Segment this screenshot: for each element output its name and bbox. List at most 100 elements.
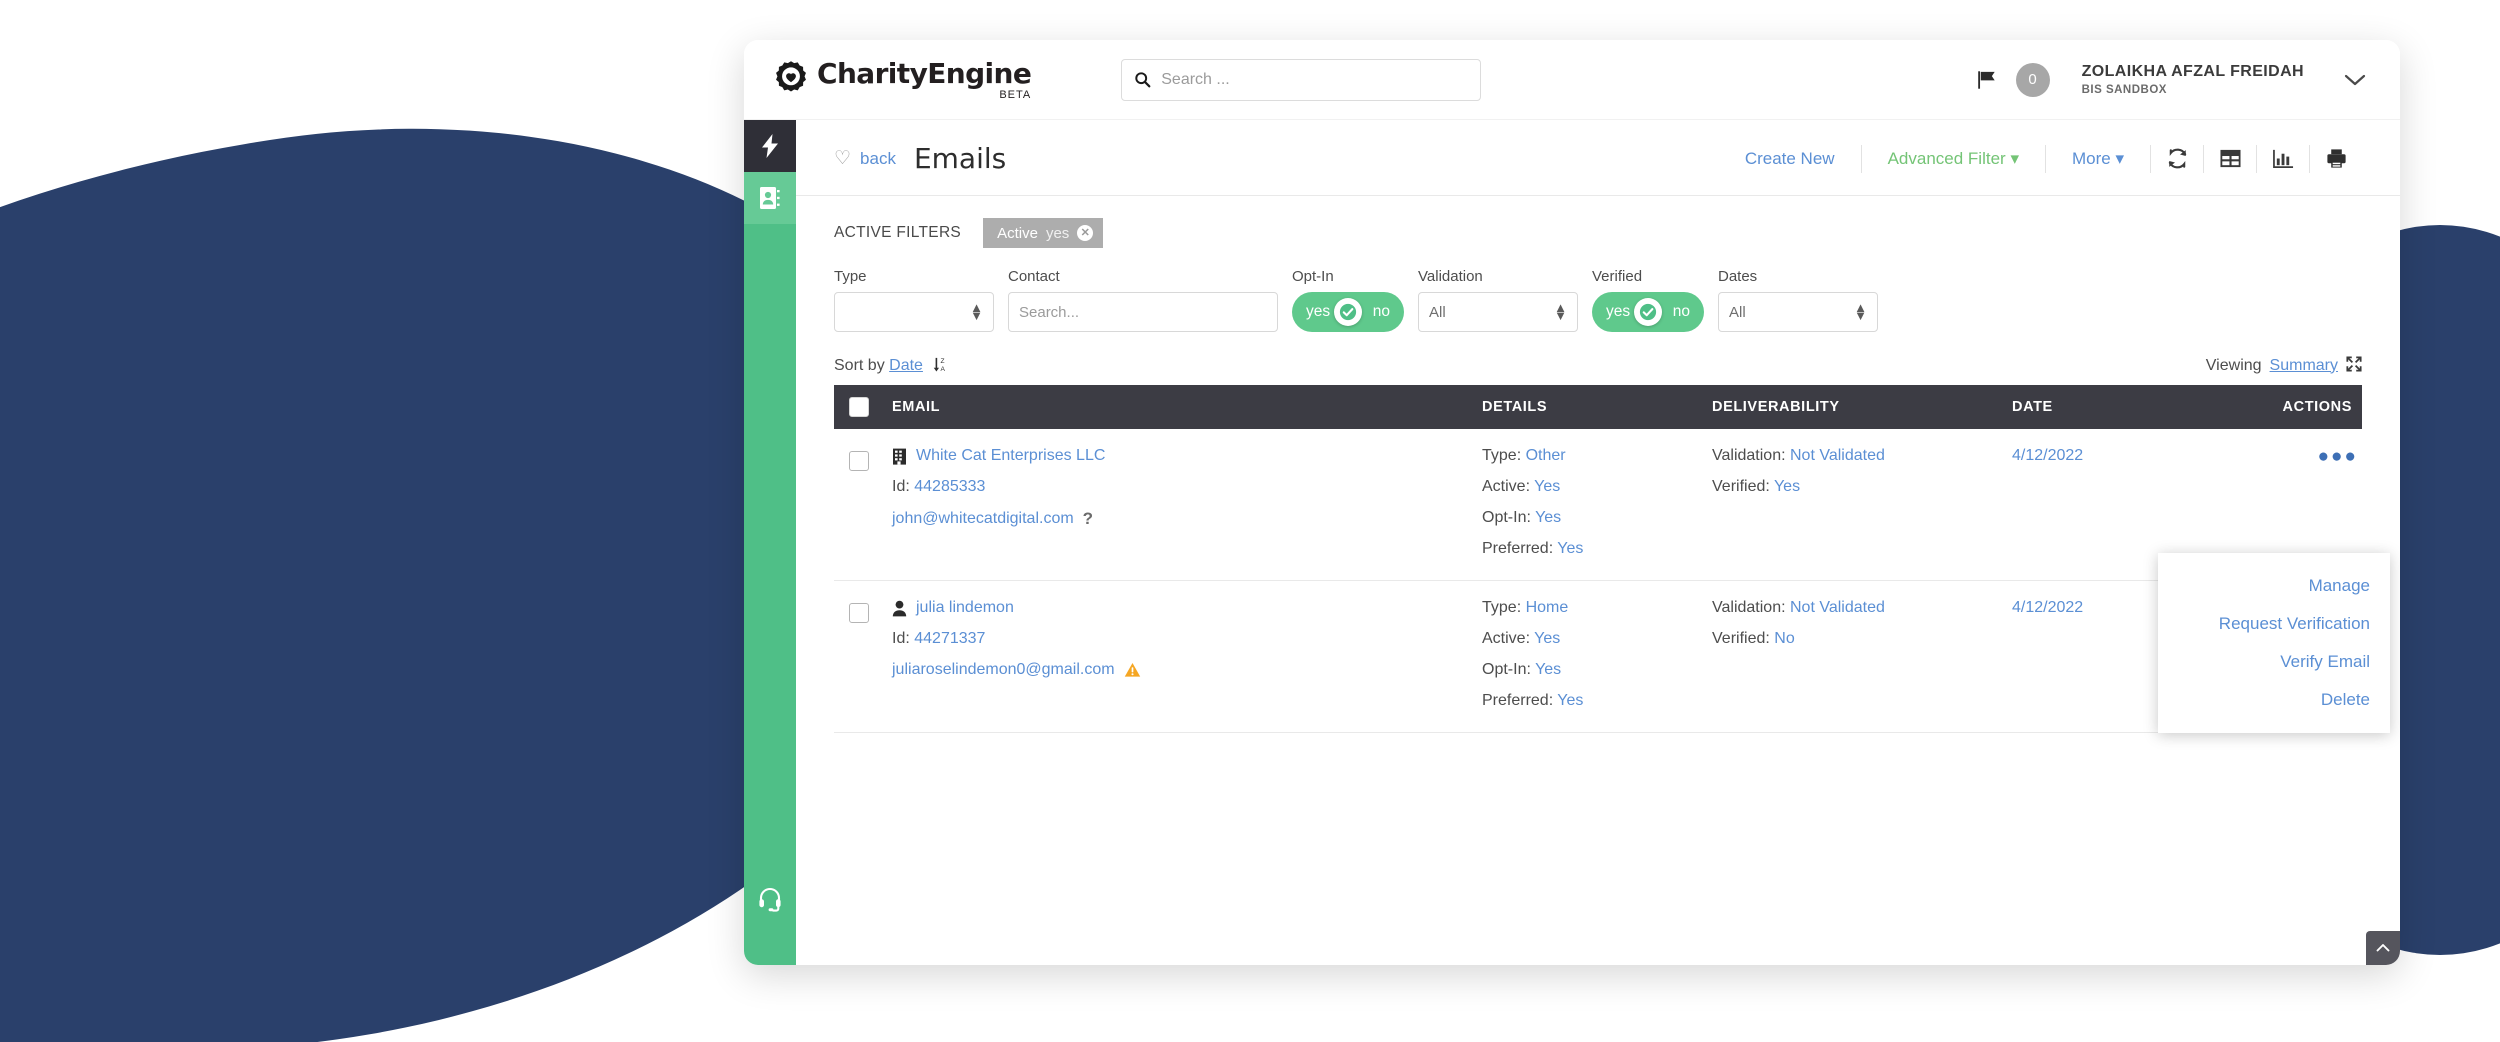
detail-optin-value[interactable]: Yes	[1535, 661, 1561, 678]
chart-view-button[interactable]	[2257, 148, 2309, 169]
table-row[interactable]: White Cat Enterprises LLC Id: 44285333 j…	[834, 429, 2362, 581]
print-button[interactable]	[2310, 147, 2362, 170]
create-new-button[interactable]: Create New	[1719, 149, 1861, 169]
heart-icon[interactable]: ♡	[834, 149, 851, 168]
detail-active-value[interactable]: Yes	[1534, 478, 1560, 495]
filter-contact-field[interactable]	[1008, 292, 1278, 332]
verified-value[interactable]: Yes	[1774, 478, 1800, 495]
row-checkbox[interactable]	[834, 447, 884, 558]
filter-verified-no[interactable]: no	[1673, 303, 1690, 321]
column-header-email[interactable]: EMAIL	[884, 399, 1482, 415]
filter-validation-select[interactable]: All ▲ ▼	[1418, 292, 1578, 332]
select-all-checkbox[interactable]	[834, 397, 884, 417]
sort-prefix: Sort by	[834, 357, 885, 374]
cell-date: 4/12/2022	[2012, 447, 2212, 558]
chevron-down-icon: ▾	[2010, 148, 2019, 168]
flag-icon[interactable]	[1976, 69, 1998, 91]
filter-dates-select[interactable]: All ▲ ▼	[1718, 292, 1878, 332]
advanced-filter-button[interactable]: Advanced Filter ▾	[1862, 149, 2045, 169]
row-checkbox[interactable]	[834, 599, 884, 710]
headset-icon	[759, 887, 781, 912]
page-title: Emails	[913, 142, 1007, 175]
table-row[interactable]: julia lindemon Id: 44271337 juliaroselin…	[834, 581, 2362, 733]
sidebar-item-flash[interactable]	[744, 120, 796, 172]
expand-arrows-icon[interactable]	[2346, 356, 2362, 375]
detail-preferred-value[interactable]: Yes	[1557, 692, 1583, 709]
filter-verified-yes[interactable]: yes	[1606, 303, 1630, 321]
detail-preferred-label: Preferred:	[1482, 540, 1554, 557]
column-header-actions: ACTIONS	[2282, 399, 2352, 415]
row-email-link[interactable]: john@whitecatdigital.com	[892, 510, 1074, 528]
validation-value[interactable]: Not Validated	[1790, 447, 1885, 464]
grid-view-button[interactable]	[2204, 148, 2256, 169]
detail-preferred-value[interactable]: Yes	[1557, 540, 1583, 557]
verified-value[interactable]: No	[1774, 630, 1794, 647]
validation-value[interactable]: Not Validated	[1790, 599, 1885, 616]
detail-optin: Opt-In: Yes	[1482, 661, 1712, 679]
row-id-line: Id: 44285333	[892, 478, 1482, 496]
top-bar: CharityEngine BETA 0 ZOLAIKHA AFZAL FREI…	[744, 40, 2400, 120]
chevron-down-icon: ▾	[2115, 148, 2124, 168]
detail-preferred: Preferred: Yes	[1482, 692, 1712, 710]
flag-count-badge[interactable]: 0	[2015, 62, 2050, 97]
filter-optin-no[interactable]: no	[1373, 303, 1390, 321]
user-organization: BIS SANDBOX	[2081, 84, 2167, 96]
detail-optin-value[interactable]: Yes	[1535, 509, 1561, 526]
column-header-deliverability[interactable]: DELIVERABILITY	[1712, 399, 2012, 415]
sort-descending-icon[interactable]: Z A	[933, 357, 950, 374]
menu-item-verify-email[interactable]: Verify Email	[2158, 643, 2390, 681]
column-header-date[interactable]: DATE	[2012, 399, 2212, 415]
detail-type-value[interactable]: Other	[1526, 447, 1566, 464]
user-info[interactable]: ZOLAIKHA AFZAL FREIDAH BIS SANDBOX	[2082, 63, 2304, 96]
verified-label: Verified:	[1712, 630, 1770, 647]
filter-optin-yes[interactable]: yes	[1306, 303, 1330, 321]
row-name-link[interactable]: White Cat Enterprises LLC	[916, 447, 1105, 465]
column-header-details[interactable]: DETAILS	[1482, 399, 1712, 415]
deliverability-verified: Verified: Yes	[1712, 478, 2012, 496]
filter-type-select[interactable]: ▲ ▼	[834, 292, 994, 332]
menu-item-manage[interactable]: Manage	[2158, 567, 2390, 605]
topbar-right-cluster: 0 ZOLAIKHA AFZAL FREIDAH BIS SANDBOX	[1976, 62, 2366, 97]
stepper-icon: ▲ ▼	[1554, 299, 1567, 323]
search-input[interactable]	[1161, 70, 1469, 89]
sort-field-link[interactable]: Date	[889, 357, 923, 374]
chevron-down-icon[interactable]	[2344, 73, 2366, 87]
detail-type-value[interactable]: Home	[1526, 599, 1569, 616]
row-date-link[interactable]: 4/12/2022	[2012, 599, 2083, 616]
active-filter-chip[interactable]: Active yes ✕	[983, 218, 1104, 248]
warning-triangle-icon[interactable]	[1124, 662, 1141, 678]
filter-optin-toggle[interactable]: yes no	[1292, 292, 1404, 332]
svg-text:Z: Z	[941, 358, 945, 365]
table-header-row: EMAIL DETAILS DELIVERABILITY DATE ACTION…	[834, 385, 2362, 429]
sidebar-item-contacts[interactable]	[744, 172, 796, 224]
filter-verified-toggle[interactable]: yes no	[1592, 292, 1704, 332]
detail-optin-label: Opt-In:	[1482, 661, 1531, 678]
menu-item-delete[interactable]: Delete	[2158, 681, 2390, 719]
row-email-link[interactable]: juliaroselindemon0@gmail.com	[892, 661, 1115, 679]
scroll-to-top-button[interactable]	[2366, 931, 2400, 965]
cell-actions: ●●●	[2212, 447, 2362, 558]
global-search[interactable]	[1121, 58, 1482, 101]
row-name-link[interactable]: julia lindemon	[916, 599, 1014, 617]
filter-contact-input[interactable]	[1019, 303, 1267, 321]
app-logo[interactable]: CharityEngine BETA	[770, 59, 1032, 101]
close-circle-icon[interactable]: ✕	[1077, 225, 1094, 241]
active-filters-label: ACTIVE FILTERS	[834, 224, 962, 241]
ellipsis-icon[interactable]: ●●●	[2318, 447, 2358, 558]
more-button[interactable]: More ▾	[2046, 149, 2150, 169]
refresh-button[interactable]	[2151, 147, 2203, 170]
row-date-link[interactable]: 4/12/2022	[2012, 447, 2083, 464]
row-id-label: Id:	[892, 630, 910, 647]
viewing-value-link[interactable]: Summary	[2270, 357, 2338, 375]
detail-type: Type: Other	[1482, 447, 1712, 465]
detail-active-value[interactable]: Yes	[1534, 630, 1560, 647]
row-id-line: Id: 44271337	[892, 630, 1482, 648]
question-mark-icon[interactable]: ?	[1083, 509, 1093, 529]
sidebar-item-support[interactable]	[744, 873, 796, 925]
menu-item-request-verification[interactable]: Request Verification	[2158, 605, 2390, 643]
filter-validation-label: Validation	[1418, 268, 1483, 285]
row-id-link[interactable]: 44271337	[914, 630, 985, 647]
row-id-link[interactable]: 44285333	[914, 478, 985, 495]
back-link[interactable]: back	[860, 149, 896, 169]
toggle-knob-check-icon	[1634, 298, 1662, 326]
